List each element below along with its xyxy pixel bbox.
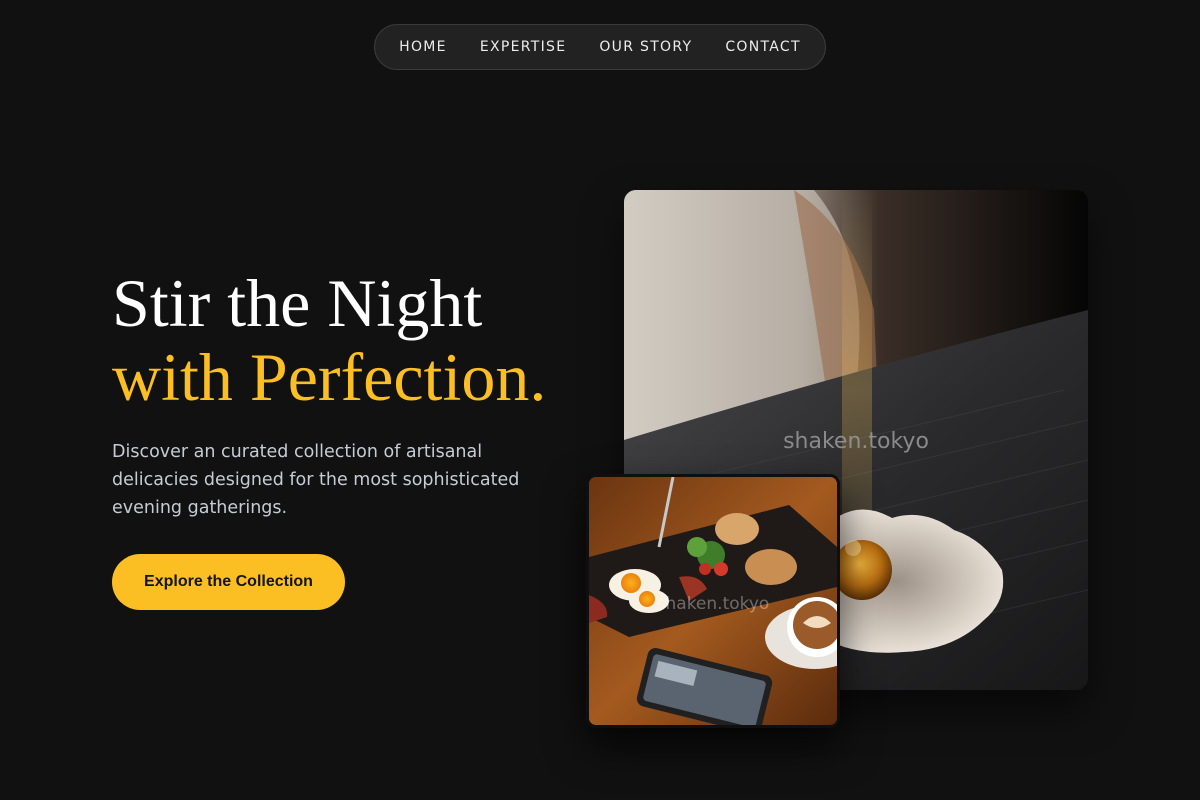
nav-item-expertise[interactable]: EXPERTISE [480, 39, 567, 55]
main-photo-watermark: shaken.tokyo [783, 429, 929, 454]
breakfast-photo: shaken.tokyo [586, 474, 840, 728]
hero-title-line1: Stir the Night [112, 265, 483, 341]
page: HOME EXPERTISE OUR STORY CONTACT Stir th… [0, 0, 1200, 800]
hero-title-line2: with Perfection. [112, 339, 547, 415]
nav-item-home[interactable]: HOME [399, 39, 447, 55]
top-nav: HOME EXPERTISE OUR STORY CONTACT [374, 24, 826, 70]
nav-item-contact[interactable]: CONTACT [725, 39, 801, 55]
small-photo-watermark: shaken.tokyo [657, 594, 770, 614]
hero-title: Stir the Night with Perfection. [112, 266, 546, 414]
explore-collection-button[interactable]: Explore the Collection [112, 554, 345, 610]
hero-description: Discover an curated collection of artisa… [112, 442, 520, 518]
nav-item-our-story[interactable]: OUR STORY [599, 39, 692, 55]
